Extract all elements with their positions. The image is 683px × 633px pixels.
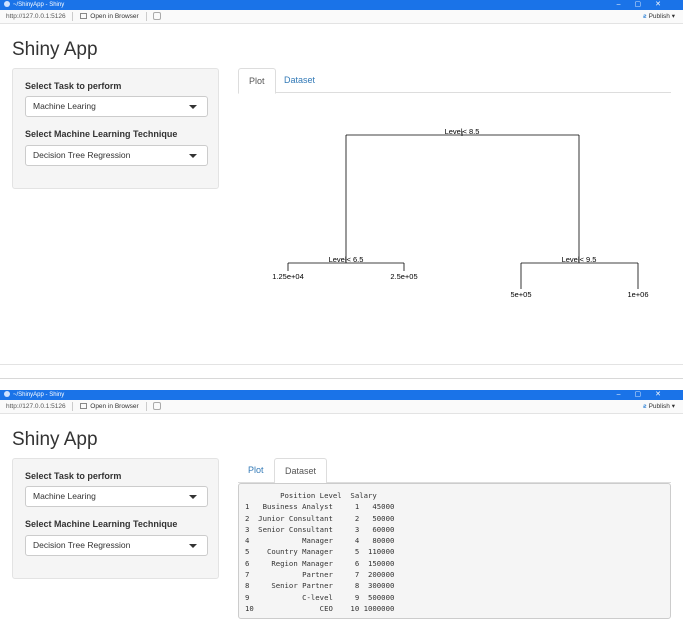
right-split-label: Level< 9.5 [562,255,597,264]
technique-label: Select Machine Learning Technique [25,519,178,529]
tree-plot: Level< 8.5 Level< 6.5 Level< 9.5 1.25e+0… [238,100,671,300]
url-text: http://127.0.0.1:5126 [6,13,66,20]
dataset-row: 5 Country Manager 5 110000 [245,547,395,557]
dataset-row: 7 Partner 7 200000 [245,570,395,580]
chevron-down-icon [189,105,197,109]
viewer-toolbar: http://127.0.0.1:5126 Open in Browser ƨP… [0,400,683,414]
left-split-label: Level< 6.5 [329,255,364,264]
refresh-icon[interactable] [153,402,162,411]
tab-bar: Plot Dataset [238,68,671,94]
chevron-down-icon [189,154,197,158]
leaf-label: 1e+06 [627,290,648,299]
window-title: ~/ShinyApp - Shiny [13,2,65,8]
publish-icon: ƨ [642,13,647,20]
task-label: Select Task to perform [25,471,122,481]
technique-select[interactable]: Decision Tree Regression [25,535,208,556]
refresh-icon[interactable] [153,12,162,21]
open-in-browser-button[interactable]: Open in Browser [80,13,139,20]
open-in-browser-button[interactable]: Open in Browser [80,403,139,410]
title-bar: ~/ShinyApp - Shiny –▢✕ [0,0,683,10]
technique-select[interactable]: Decision Tree Regression [25,145,208,166]
title-bar: ~/ShinyApp - Shiny –▢✕ [0,390,683,400]
window-controls[interactable]: –▢✕ [617,390,675,400]
leaf-label: 2.5e+05 [390,272,417,281]
viewer-window-dataset: ~/ShinyApp - Shiny –▢✕ http://127.0.0.1:… [0,390,683,633]
divider [72,401,74,411]
app-icon [4,391,10,398]
chevron-down-icon [189,544,197,548]
dataset-row: 2 Junior Consultant 2 50000 [245,513,395,523]
tree-plot-svg: Level< 8.5 Level< 6.5 Level< 9.5 1.25e+0… [272,127,648,299]
chevron-down-icon [189,495,197,499]
technique-label: Select Machine Learning Technique [25,129,178,139]
viewer-window-plot: ~/ShinyApp - Shiny –▢✕ http://127.0.0.1:… [0,0,683,368]
screenshot-separator [0,368,683,390]
window-controls[interactable]: –▢✕ [617,0,675,10]
tab-dataset[interactable]: Dataset [274,68,325,93]
sidebar-panel: Select Task to perform Machine Learing S… [12,458,219,579]
sidebar-panel: Select Task to perform Machine Learing S… [12,68,219,189]
dataset-row: 3 Senior Consultant 3 60000 [245,524,395,534]
window-title: ~/ShinyApp - Shiny [13,392,65,398]
publish-button[interactable]: ƨ Publish ▾ [643,10,675,24]
divider [72,11,74,21]
task-select[interactable]: Machine Learing [25,96,208,117]
page-title: Shiny App [12,39,98,60]
dataset-row: 1 Business Analyst 1 45000 [245,502,395,512]
dataset-row: 6 Region Manager 6 150000 [245,558,395,568]
publish-button[interactable]: ƨ Publish ▾ [643,400,675,414]
divider [145,401,147,411]
url-text: http://127.0.0.1:5126 [6,403,66,410]
leaf-label: 1.25e+04 [272,272,304,281]
divider [0,364,683,365]
tab-dataset[interactable]: Dataset [274,458,328,484]
root-split-label: Level< 8.5 [445,127,480,136]
tab-plot[interactable]: Plot [238,68,276,94]
tab-bar: Plot Dataset [238,458,671,484]
publish-icon: ƨ [642,403,647,410]
task-select[interactable]: Machine Learing [25,486,208,507]
dataset-row: 10 CEO 10 1000000 [245,603,395,613]
dataset-header: Position Level Salary [245,491,377,500]
dataset-row: 8 Senior Partner 8 300000 [245,581,395,591]
dataset-row: 4 Manager 4 80000 [245,536,395,546]
leaf-label: 5e+05 [510,290,531,299]
browser-icon [80,403,88,410]
tab-plot[interactable]: Plot [238,458,274,483]
task-label: Select Task to perform [25,81,122,91]
dataset-row: 9 C-level 9 500000 [245,592,395,602]
dataset-output: Position Level Salary 1 Business Analyst … [238,483,671,619]
divider [145,11,147,21]
app-icon [4,1,10,8]
page-title: Shiny App [12,429,98,450]
viewer-toolbar: http://127.0.0.1:5126 Open in Browser ƨP… [0,10,683,24]
browser-icon [80,13,88,20]
